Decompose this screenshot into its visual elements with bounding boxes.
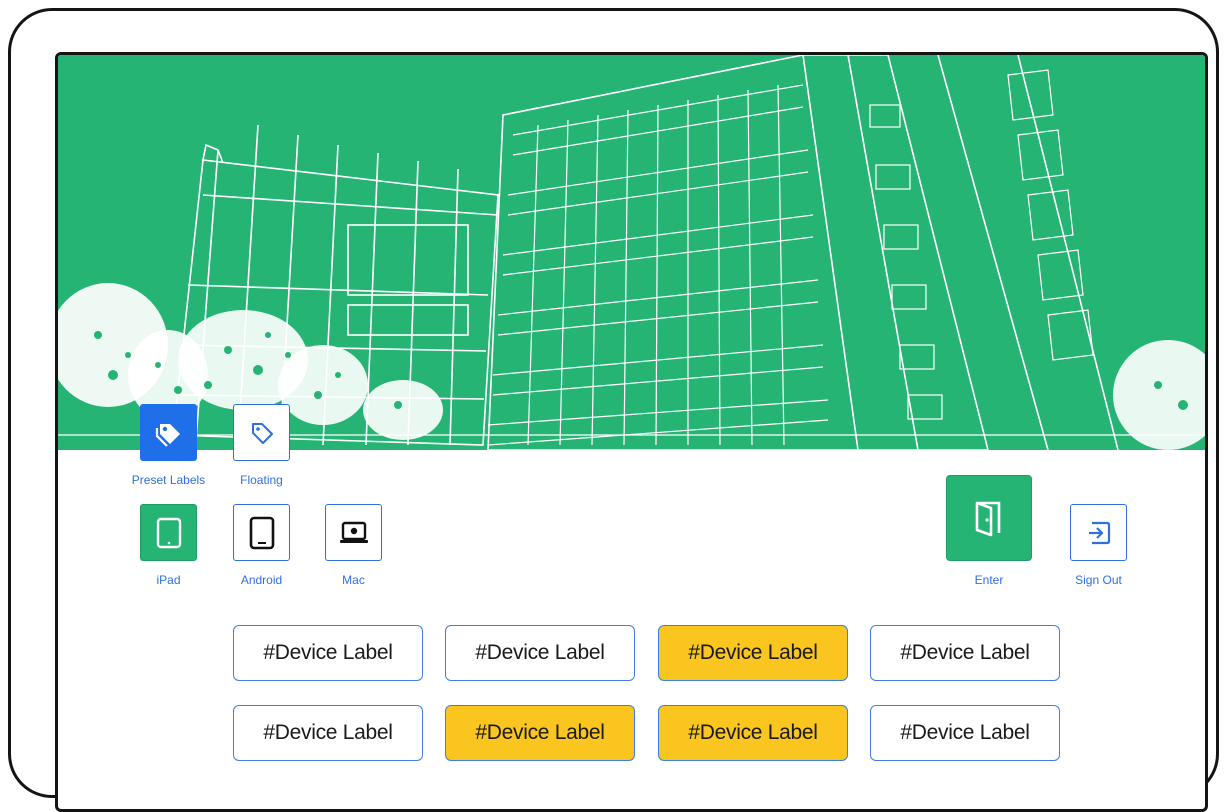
floating-caption: Floating bbox=[240, 473, 283, 487]
sign-out-button[interactable] bbox=[1070, 504, 1127, 561]
ipad-platform-button[interactable] bbox=[140, 504, 197, 561]
android-tablet-icon bbox=[249, 516, 274, 549]
tags-icon bbox=[155, 423, 180, 447]
mac-platform-button[interactable] bbox=[325, 504, 382, 561]
preset-labels-caption: Preset Labels bbox=[131, 473, 206, 487]
device-screen: Preset Labels Floating iPad Android Mac … bbox=[55, 52, 1208, 812]
ipad-caption: iPad bbox=[156, 573, 181, 587]
device-label-button[interactable]: #Device Label bbox=[870, 705, 1060, 761]
tablet-icon bbox=[156, 517, 181, 548]
device-label-button[interactable]: #Device Label bbox=[658, 625, 848, 681]
hero-building-illustration bbox=[58, 55, 1205, 450]
device-label-button[interactable]: #Device Label bbox=[445, 625, 635, 681]
android-caption: Android bbox=[240, 573, 283, 587]
device-label-button[interactable]: #Device Label bbox=[445, 705, 635, 761]
door-enter-icon bbox=[975, 501, 1001, 537]
device-frame: Preset Labels Floating iPad Android Mac … bbox=[8, 8, 1219, 812]
enter-button[interactable] bbox=[946, 475, 1032, 561]
device-label-button[interactable]: #Device Label bbox=[233, 625, 423, 681]
sign-out-caption: Sign Out bbox=[1075, 573, 1122, 587]
device-label-button[interactable]: #Device Label bbox=[870, 625, 1060, 681]
tag-icon bbox=[251, 422, 273, 444]
sign-out-icon bbox=[1088, 521, 1110, 544]
floating-labels-button[interactable] bbox=[233, 404, 290, 461]
device-label-button[interactable]: #Device Label bbox=[233, 705, 423, 761]
mac-caption: Mac bbox=[342, 573, 365, 587]
laptop-icon bbox=[339, 521, 368, 543]
enter-caption: Enter bbox=[974, 573, 1004, 587]
android-platform-button[interactable] bbox=[233, 504, 290, 561]
preset-labels-button[interactable] bbox=[140, 404, 197, 461]
device-label-button[interactable]: #Device Label bbox=[658, 705, 848, 761]
